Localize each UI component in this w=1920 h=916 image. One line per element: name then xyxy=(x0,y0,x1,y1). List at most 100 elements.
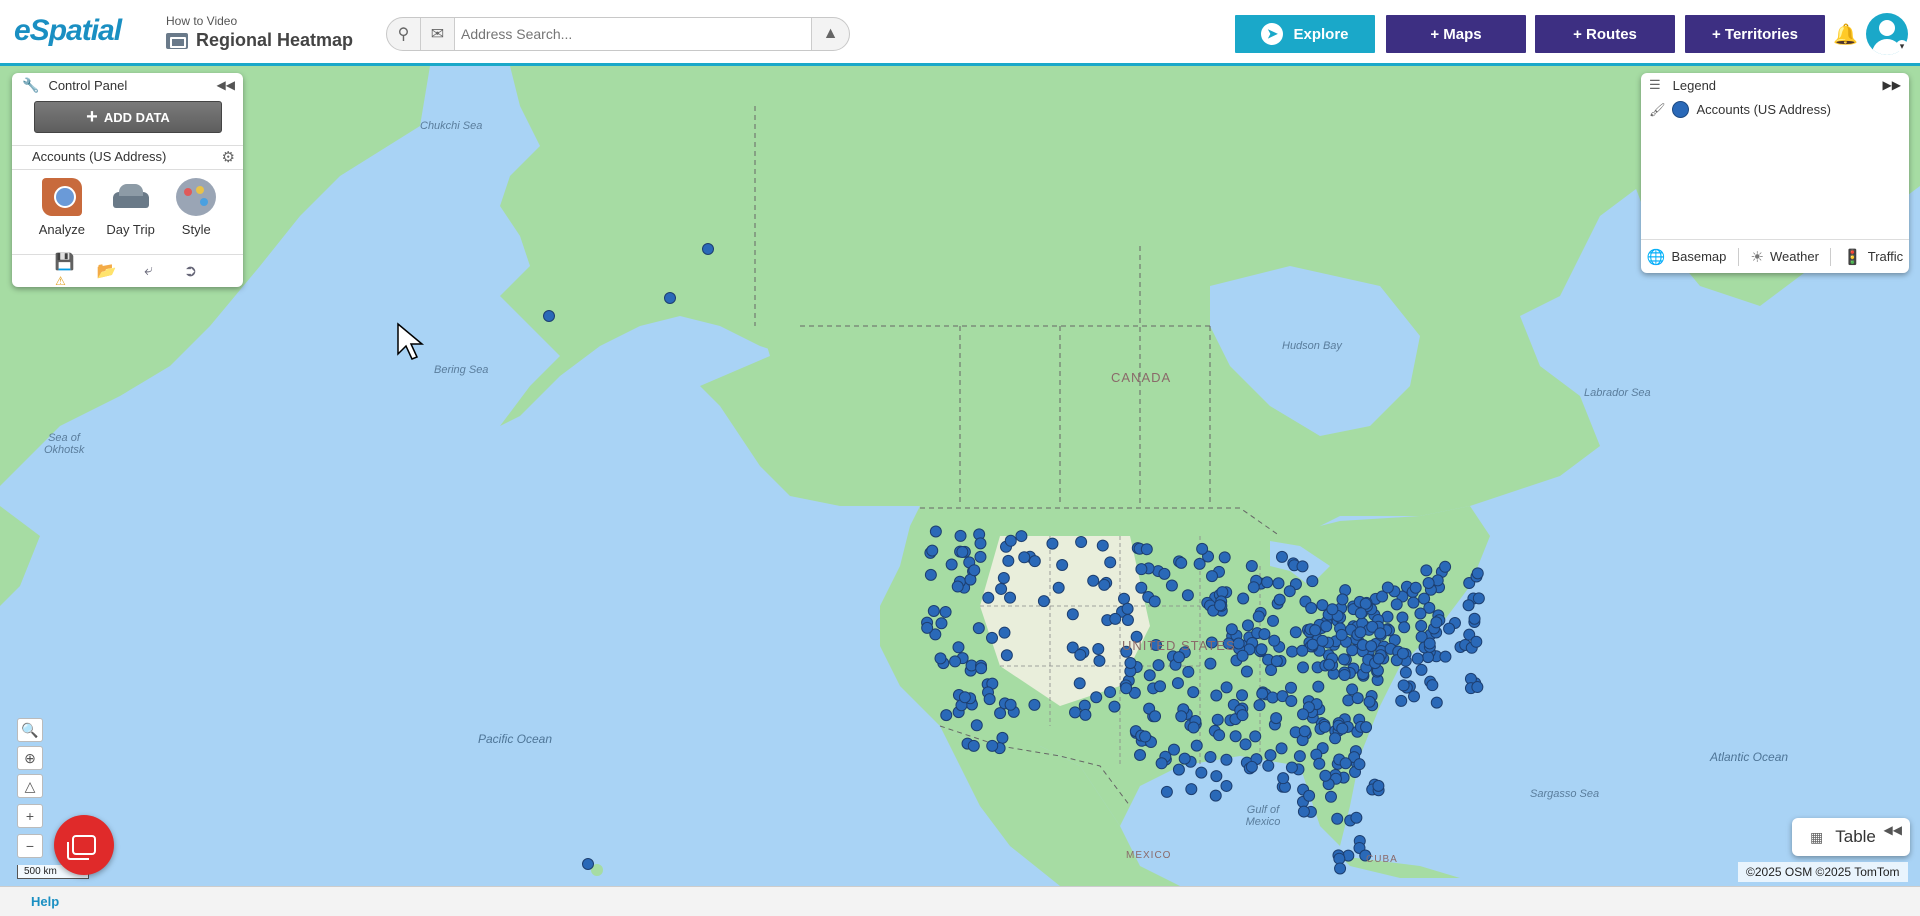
account-marker[interactable] xyxy=(986,631,999,644)
account-marker[interactable] xyxy=(1372,779,1385,792)
account-marker[interactable] xyxy=(1275,550,1288,563)
account-marker[interactable] xyxy=(998,626,1011,639)
account-marker[interactable] xyxy=(1468,612,1481,625)
account-marker[interactable] xyxy=(1363,695,1376,708)
basemap-button[interactable]: 🌐 Basemap xyxy=(1647,248,1727,266)
account-marker[interactable] xyxy=(954,529,967,542)
account-marker[interactable] xyxy=(1267,614,1280,627)
account-marker[interactable] xyxy=(1396,611,1409,624)
account-marker[interactable] xyxy=(1185,783,1198,796)
account-marker[interactable] xyxy=(1471,681,1484,694)
account-marker[interactable] xyxy=(1196,542,1209,555)
account-marker[interactable] xyxy=(1296,644,1309,657)
account-marker[interactable] xyxy=(1121,613,1134,626)
account-marker[interactable] xyxy=(1323,658,1336,671)
account-marker[interactable] xyxy=(1210,689,1223,702)
account-marker[interactable] xyxy=(1190,739,1203,752)
account-marker[interactable] xyxy=(1134,748,1147,761)
explore-button[interactable]: ➤ Explore xyxy=(1235,15,1375,53)
account-marker[interactable] xyxy=(1360,721,1373,734)
account-marker[interactable] xyxy=(1139,730,1152,743)
account-marker[interactable] xyxy=(1335,628,1348,641)
account-marker[interactable] xyxy=(1273,593,1286,606)
account-marker[interactable] xyxy=(702,243,714,255)
account-marker[interactable] xyxy=(951,580,964,593)
account-marker[interactable] xyxy=(1209,789,1222,802)
account-marker[interactable] xyxy=(1381,581,1394,594)
account-marker[interactable] xyxy=(1087,574,1100,587)
account-marker[interactable] xyxy=(1296,661,1309,674)
account-marker[interactable] xyxy=(1002,554,1015,567)
account-marker[interactable] xyxy=(1420,564,1433,577)
account-marker[interactable] xyxy=(1258,628,1271,641)
account-marker[interactable] xyxy=(940,709,953,722)
account-marker[interactable] xyxy=(1439,650,1452,663)
account-marker[interactable] xyxy=(934,652,947,665)
account-marker[interactable] xyxy=(1090,691,1103,704)
account-marker[interactable] xyxy=(952,641,965,654)
account-marker[interactable] xyxy=(1354,626,1367,639)
account-marker[interactable] xyxy=(1285,761,1298,774)
account-marker[interactable] xyxy=(1004,534,1017,547)
account-marker[interactable] xyxy=(1372,652,1385,665)
share-icon[interactable]: ⤶ xyxy=(138,262,160,280)
account-marker[interactable] xyxy=(1365,640,1378,653)
account-marker[interactable] xyxy=(1015,530,1028,543)
table-button[interactable]: ▦ Table ◀◀ xyxy=(1792,818,1910,856)
account-marker[interactable] xyxy=(1395,694,1408,707)
account-marker[interactable] xyxy=(1172,763,1185,776)
help-link[interactable]: Help xyxy=(31,894,59,909)
account-marker[interactable] xyxy=(1439,560,1452,573)
chat-button[interactable] xyxy=(54,815,114,875)
account-marker[interactable] xyxy=(1316,634,1329,647)
locate-button[interactable]: ⊕ xyxy=(17,746,43,770)
account-marker[interactable] xyxy=(1249,730,1262,743)
account-marker[interactable] xyxy=(1225,623,1238,636)
account-marker[interactable] xyxy=(1411,652,1424,665)
account-marker[interactable] xyxy=(1353,758,1366,771)
account-marker[interactable] xyxy=(1140,543,1153,556)
account-marker[interactable] xyxy=(1181,589,1194,602)
account-marker[interactable] xyxy=(1098,578,1111,591)
account-marker[interactable] xyxy=(1245,760,1258,773)
account-marker[interactable] xyxy=(1187,686,1200,699)
account-marker[interactable] xyxy=(1143,669,1156,682)
account-marker[interactable] xyxy=(927,605,940,618)
account-marker[interactable] xyxy=(1289,626,1302,639)
account-marker[interactable] xyxy=(1252,610,1265,623)
account-marker[interactable] xyxy=(1056,559,1069,572)
account-marker[interactable] xyxy=(1073,677,1086,690)
account-marker[interactable] xyxy=(1293,750,1306,763)
account-marker[interactable] xyxy=(1236,689,1249,702)
account-marker[interactable] xyxy=(1241,619,1254,632)
account-marker[interactable] xyxy=(1399,666,1412,679)
account-marker[interactable] xyxy=(1204,750,1217,763)
account-marker[interactable] xyxy=(1312,680,1325,693)
account-marker[interactable] xyxy=(1306,575,1319,588)
account-marker[interactable] xyxy=(1165,579,1178,592)
account-marker[interactable] xyxy=(1124,656,1137,669)
account-marker[interactable] xyxy=(975,662,988,675)
account-marker[interactable] xyxy=(1120,682,1133,695)
account-marker[interactable] xyxy=(1320,620,1333,633)
account-marker[interactable] xyxy=(1337,653,1350,666)
map-tools-icon[interactable]: ▲ xyxy=(811,18,849,50)
account-marker[interactable] xyxy=(956,545,969,558)
account-marker[interactable] xyxy=(1283,585,1296,598)
account-marker[interactable] xyxy=(1171,677,1184,690)
account-marker[interactable] xyxy=(1182,665,1195,678)
open-folder-icon[interactable]: 📂 xyxy=(96,261,118,281)
account-marker[interactable] xyxy=(935,617,948,630)
account-marker[interactable] xyxy=(1240,665,1253,678)
account-marker[interactable] xyxy=(1236,649,1249,662)
chevron-down-icon[interactable]: ▾ xyxy=(1896,40,1908,52)
account-marker[interactable] xyxy=(1351,692,1364,705)
account-marker[interactable] xyxy=(1148,595,1161,608)
account-marker[interactable] xyxy=(1000,649,1013,662)
account-marker[interactable] xyxy=(1422,577,1435,590)
account-marker[interactable] xyxy=(1336,722,1349,735)
collapse-left-icon[interactable]: ◀◀ xyxy=(1884,823,1902,837)
legend-item[interactable]: 🖌 Accounts (US Address) xyxy=(1649,101,1831,118)
add-routes-button[interactable]: + Routes xyxy=(1535,15,1675,53)
day-trip-tool[interactable]: Day Trip xyxy=(106,178,155,251)
